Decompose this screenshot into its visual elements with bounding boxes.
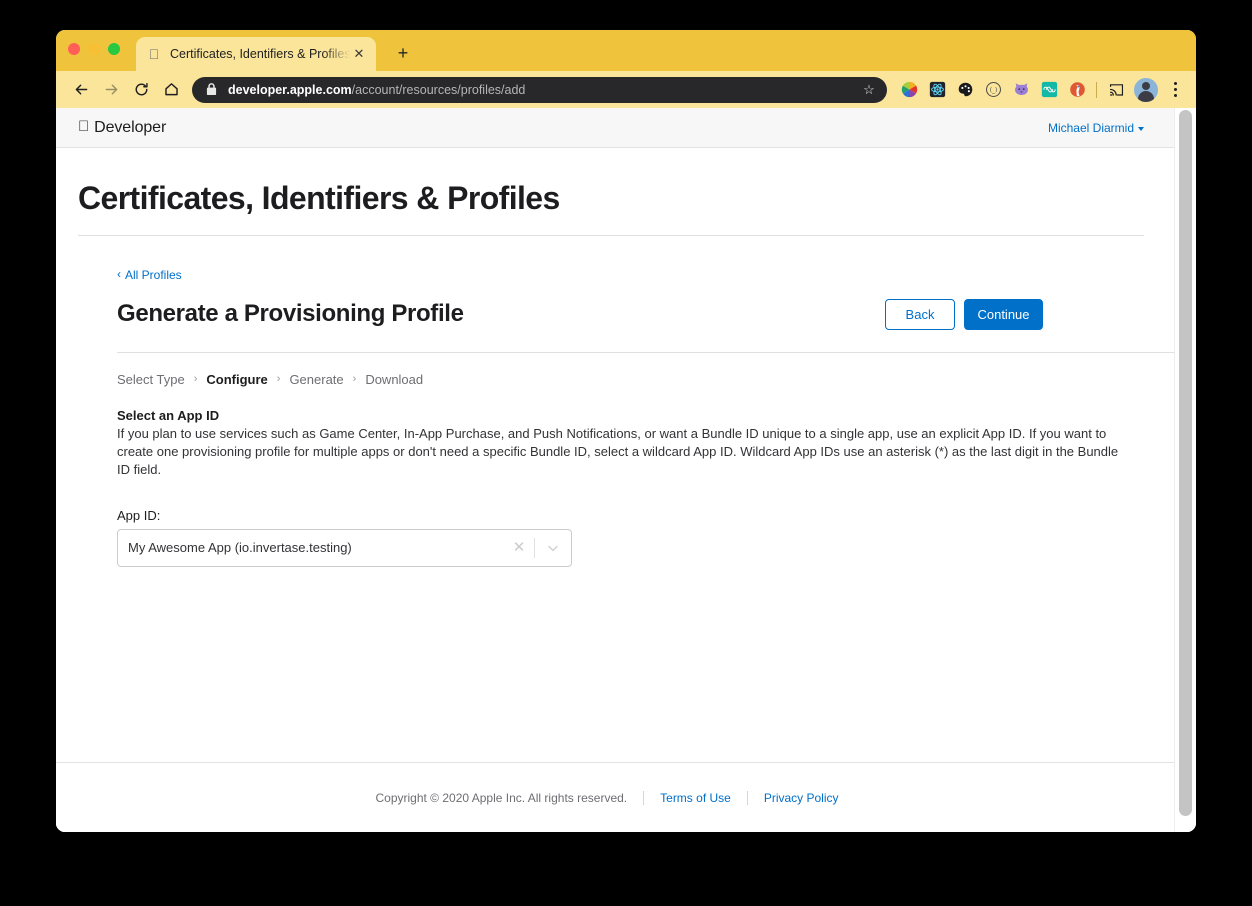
- app-id-select[interactable]: My Awesome App (io.invertase.testing) ✕: [117, 528, 572, 567]
- action-buttons: Back Continue: [885, 298, 1043, 330]
- scrollbar-thumb[interactable]: [1179, 110, 1192, 816]
- extensions-row: (_): [895, 76, 1091, 104]
- back-icon[interactable]: [66, 75, 96, 105]
- screen:  Certificates, Identifiers & Profiles ✕…: [0, 0, 1252, 906]
- section-title: Generate a Provisioning Profile: [117, 300, 464, 328]
- profile-avatar[interactable]: [1134, 77, 1158, 102]
- cat-extension-icon[interactable]: [1007, 76, 1035, 104]
- app-id-field-block: App ID: My Awesome App (io.invertase.tes…: [117, 508, 1174, 567]
- description-block: Select an App ID If you plan to use serv…: [117, 408, 1122, 479]
- apple-icon: : [146, 46, 162, 62]
- step-configure[interactable]: Configure: [206, 372, 267, 387]
- app-id-label: App ID:: [117, 507, 161, 523]
- account-menu[interactable]: Michael Diarmid: [1048, 121, 1144, 135]
- step-breadcrumb: Select Type › Configure › Generate › Dow…: [117, 372, 1174, 387]
- palette-extension-icon[interactable]: [951, 76, 979, 104]
- smiley-extension-icon[interactable]: (_): [979, 76, 1007, 104]
- url-host: developer.apple.com: [228, 82, 352, 97]
- forward-icon[interactable]: [96, 75, 126, 105]
- page-title-section: Certificates, Identifiers & Profiles: [56, 148, 1174, 236]
- chevron-down-icon[interactable]: [535, 540, 571, 556]
- account-user-name: Michael Diarmid: [1047, 120, 1134, 135]
- duckduckgo-extension-icon[interactable]: [1063, 76, 1091, 104]
- browser-window:  Certificates, Identifiers & Profiles ✕…: [56, 30, 1196, 832]
- color-wheel-extension-icon[interactable]: [895, 76, 923, 104]
- chrome-menu-icon[interactable]: [1162, 77, 1188, 103]
- step-separator-icon: ›: [193, 373, 198, 386]
- react-devtools-extension-icon[interactable]: [923, 76, 951, 104]
- url-path: /account/resources/profiles/add: [351, 82, 526, 97]
- new-tab-button[interactable]: +: [392, 42, 414, 64]
- browser-toolbar: developer.apple.com/account/resources/pr…: [56, 71, 1196, 108]
- site-footer: Copyright © 2020 Apple Inc. All rights r…: [56, 762, 1174, 832]
- svg-text:(_): (_): [989, 87, 997, 94]
- page-viewport:  Developer Michael Diarmid Certificates…: [56, 108, 1196, 832]
- address-bar[interactable]: developer.apple.com/account/resources/pr…: [192, 76, 887, 103]
- continue-button[interactable]: Continue: [964, 298, 1043, 330]
- main-content: ‹ All Profiles Generate a Provisioning P…: [56, 236, 1174, 567]
- all-profiles-back-link[interactable]: ‹ All Profiles: [117, 268, 182, 282]
- apple-developer-logo[interactable]:  Developer: [78, 119, 166, 137]
- description-text: If you plan to use services such as Game…: [117, 425, 1119, 477]
- copyright-text: Copyright © 2020 Apple Inc. All rights r…: [375, 790, 628, 805]
- browser-tab[interactable]:  Certificates, Identifiers & Profiles ✕: [136, 37, 376, 71]
- avatar-body: [1138, 90, 1154, 102]
- app-id-selected-value: My Awesome App (io.invertase.testing): [128, 540, 352, 556]
- page-title: Certificates, Identifiers & Profiles: [78, 180, 1144, 236]
- developer-wordmark: Developer: [83, 118, 166, 136]
- avatar-head: [1142, 81, 1150, 90]
- toolbar-divider: [1096, 81, 1097, 98]
- page-scrollbar[interactable]: [1174, 108, 1196, 832]
- step-select-type[interactable]: Select Type: [117, 372, 185, 387]
- step-separator-icon: ›: [276, 373, 281, 386]
- home-icon[interactable]: [156, 75, 186, 105]
- infinity-extension-icon[interactable]: [1035, 76, 1063, 104]
- page-content:  Developer Michael Diarmid Certificates…: [56, 108, 1174, 832]
- url-text: developer.apple.com/account/resources/pr…: [228, 83, 859, 97]
- section-header-row: Generate a Provisioning Profile Back Con…: [117, 298, 1174, 353]
- terms-of-use-link[interactable]: Terms of Use: [644, 791, 747, 805]
- window-traffic-lights: [68, 43, 120, 55]
- chevron-left-icon: ‹: [117, 267, 121, 282]
- apple-developer-header:  Developer Michael Diarmid: [56, 108, 1174, 148]
- close-tab-icon[interactable]: ✕: [350, 45, 368, 63]
- all-profiles-label: All Profiles: [125, 267, 182, 282]
- step-separator-icon: ›: [352, 373, 357, 386]
- reload-icon[interactable]: [126, 75, 156, 105]
- apple-icon: : [78, 119, 89, 134]
- lock-icon: [204, 83, 218, 96]
- browser-tabstrip:  Certificates, Identifiers & Profiles ✕…: [56, 30, 1196, 71]
- minimize-window-button[interactable]: [88, 43, 100, 55]
- close-window-button[interactable]: [68, 43, 80, 55]
- description-heading: Select an App ID: [117, 407, 220, 423]
- maximize-window-button[interactable]: [108, 43, 120, 55]
- privacy-policy-link[interactable]: Privacy Policy: [748, 791, 855, 805]
- step-download[interactable]: Download: [365, 372, 423, 387]
- tab-title: Certificates, Identifiers & Profiles: [170, 47, 350, 61]
- cast-icon[interactable]: [1102, 76, 1130, 104]
- chevron-down-icon: [1138, 126, 1144, 131]
- back-button[interactable]: Back: [885, 298, 955, 330]
- clear-selection-icon[interactable]: ✕: [504, 540, 534, 555]
- step-generate[interactable]: Generate: [289, 372, 343, 387]
- bookmark-star-icon[interactable]: ☆: [859, 82, 879, 98]
